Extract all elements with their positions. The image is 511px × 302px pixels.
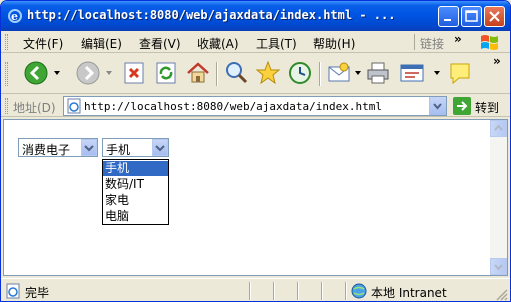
page-content: 消费电子 手机 手机 数码/IT 家电 电脑 — [3, 119, 508, 276]
address-dropdown-button[interactable] — [429, 97, 446, 115]
back-icon[interactable] — [23, 60, 49, 86]
home-icon[interactable] — [185, 60, 211, 86]
standard-toolbar: » — [1, 54, 510, 94]
go-button[interactable]: 转到 — [453, 97, 509, 115]
page-icon — [67, 98, 81, 114]
windows-logo-icon — [481, 35, 498, 50]
close-button[interactable] — [484, 6, 505, 27]
status-separator — [249, 282, 251, 300]
menu-favorites[interactable]: 收藏(A) — [197, 35, 239, 52]
back-dropdown-icon[interactable] — [53, 70, 61, 76]
toolbar-grip[interactable] — [5, 34, 8, 50]
mail-icon[interactable] — [326, 60, 352, 86]
status-separator — [321, 282, 323, 300]
toolbar-grip[interactable] — [5, 98, 8, 114]
option-phone[interactable]: 手机 — [103, 161, 168, 176]
chevron-down-icon — [155, 145, 165, 152]
go-arrow-icon — [453, 97, 471, 115]
page-done-icon — [6, 283, 20, 299]
product-select-value: 手机 — [106, 143, 131, 157]
status-bar: 完毕 本地 Intranet — [1, 278, 510, 301]
minimize-button[interactable] — [438, 6, 459, 27]
ie-logo-icon: e — [8, 9, 22, 23]
product-select-arrow[interactable] — [152, 139, 168, 156]
zone-text: 本地 Intranet — [371, 286, 447, 300]
forward-dropdown-icon[interactable] — [105, 70, 113, 76]
product-select[interactable]: 手机 — [102, 138, 169, 157]
category-select-arrow[interactable] — [81, 139, 97, 156]
menu-edit[interactable]: 编辑(E) — [81, 35, 122, 52]
maximize-icon — [465, 10, 478, 22]
go-label: 转到 — [475, 101, 500, 115]
edit-icon[interactable] — [399, 60, 425, 86]
messenger-icon[interactable] — [447, 60, 473, 86]
toolbar-separator — [216, 62, 218, 86]
stop-icon[interactable] — [121, 60, 147, 86]
forward-icon[interactable] — [75, 60, 101, 86]
intranet-zone-icon — [351, 283, 367, 299]
product-options-list: 手机 数码/IT 家电 电脑 — [102, 159, 169, 225]
links-label[interactable]: 链接 — [420, 35, 444, 52]
option-appliances[interactable]: 家电 — [103, 193, 168, 208]
refresh-icon[interactable] — [153, 60, 179, 86]
category-select[interactable]: 消费电子 — [18, 138, 98, 157]
status-separator — [345, 282, 347, 300]
address-url: http://localhost:8080/web/ajaxdata/index… — [84, 100, 383, 113]
option-digital-it[interactable]: 数码/IT — [103, 177, 168, 192]
history-icon[interactable] — [287, 60, 313, 86]
browser-window: e http://localhost:8080/web/ajaxdata/ind… — [0, 0, 511, 302]
search-icon[interactable] — [223, 60, 249, 86]
chevron-down-icon — [433, 103, 442, 110]
maximize-button[interactable] — [461, 6, 482, 27]
address-label: 地址(D) — [13, 101, 56, 115]
status-separator — [273, 282, 275, 300]
edit-dropdown-icon[interactable] — [433, 70, 441, 76]
toolbar-grip[interactable] — [5, 62, 8, 86]
status-separator — [297, 282, 299, 300]
address-bar: 地址(D) http://localhost:8080/web/ajaxdata… — [1, 95, 510, 117]
menu-tools[interactable]: 工具(T) — [256, 35, 297, 52]
chevron-up-icon — [494, 124, 503, 131]
vertical-scrollbar[interactable] — [490, 120, 507, 275]
window-title: http://localhost:8080/web/ajaxdata/index… — [27, 8, 396, 22]
category-select-value: 消费电子 — [22, 143, 71, 157]
toolbar-separator — [319, 62, 321, 86]
resize-grip-icon[interactable] — [495, 288, 508, 301]
close-icon — [489, 11, 500, 22]
favorites-icon[interactable] — [255, 60, 281, 86]
address-input[interactable]: http://localhost:8080/web/ajaxdata/index… — [63, 96, 447, 116]
menu-help[interactable]: 帮助(H) — [313, 35, 355, 52]
print-icon[interactable] — [365, 60, 391, 86]
menu-view[interactable]: 查看(V) — [139, 35, 181, 52]
menu-file[interactable]: 文件(F) — [23, 35, 63, 52]
links-chevron[interactable]: » — [454, 32, 462, 46]
option-computer[interactable]: 电脑 — [103, 209, 168, 224]
toolbar-chevron[interactable]: » — [493, 54, 501, 68]
scroll-up-button[interactable] — [490, 120, 507, 137]
mail-dropdown-icon[interactable] — [354, 70, 362, 76]
scroll-down-button[interactable] — [490, 258, 507, 275]
chevron-down-icon — [494, 264, 503, 271]
minimize-icon — [444, 19, 451, 21]
title-bar[interactable]: e http://localhost:8080/web/ajaxdata/ind… — [1, 1, 510, 31]
menu-separator — [414, 34, 415, 50]
menu-bar: 文件(F) 编辑(E) 查看(V) 收藏(A) 工具(T) 帮助(H) 链接 » — [1, 31, 510, 53]
svg-text:e: e — [11, 10, 18, 23]
status-text: 完毕 — [25, 286, 50, 300]
chevron-down-icon — [84, 145, 94, 152]
